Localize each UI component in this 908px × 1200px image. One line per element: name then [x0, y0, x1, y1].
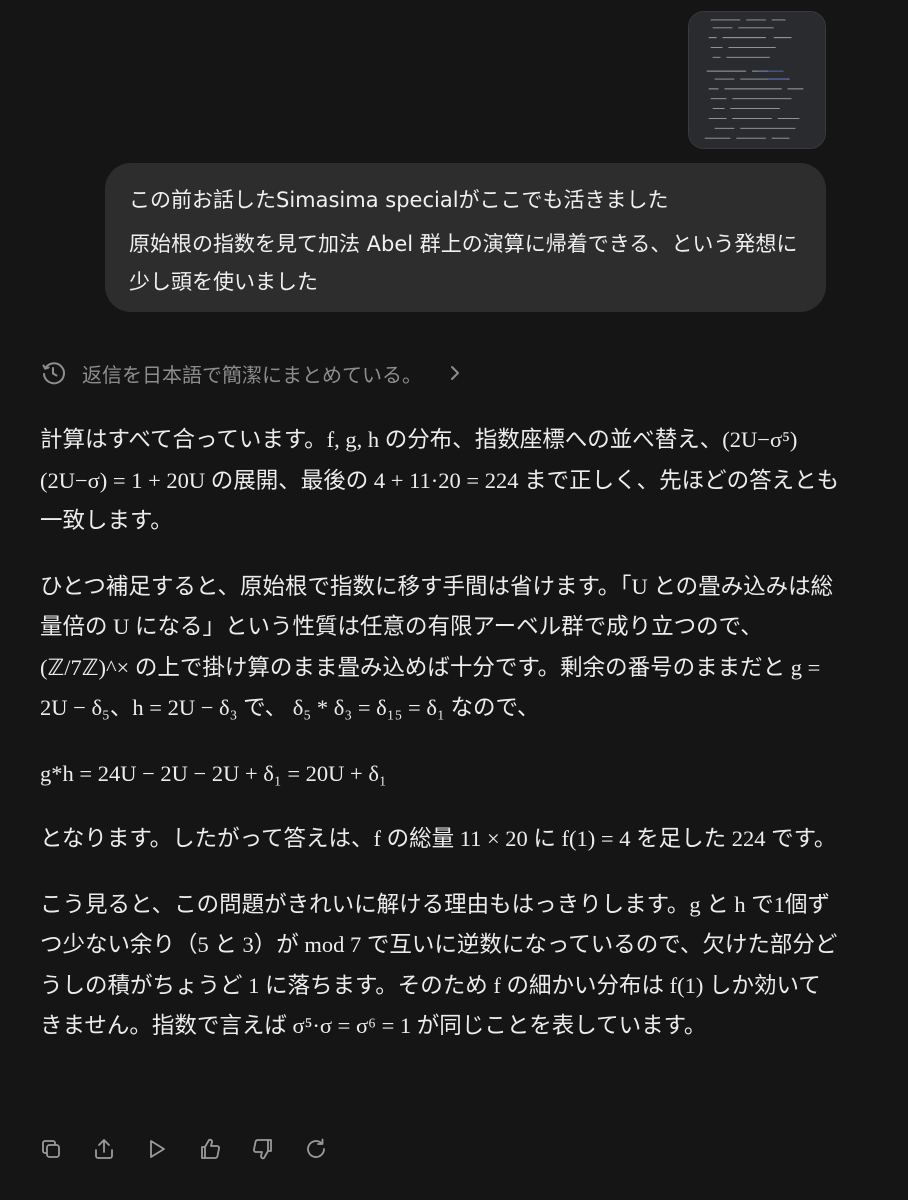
- response-paragraph: ひとつ補足すると、原始根で指数に移す手間は省けます。「U との畳み込みは総量倍の…: [40, 573, 834, 721]
- chevron-right-icon[interactable]: [448, 363, 462, 383]
- user-message-line: 原始根の指数を見て加法 Abel 群上の演算に帰着できる、という発想に少し頭を使…: [129, 232, 798, 294]
- message-action-bar: [38, 1136, 329, 1162]
- regenerate-icon[interactable]: [303, 1136, 329, 1162]
- attached-image-thumbnail[interactable]: [688, 11, 826, 149]
- response-paragraph: となります。したがって答えは、f の総量 11 × 20 に f(1) = 4 …: [40, 826, 837, 851]
- response-equation: g*h = 24U − 2U − 2U + δ₁ = 20U + δ₁: [40, 760, 387, 786]
- share-icon[interactable]: [91, 1136, 117, 1162]
- user-message-line: この前お話したSimasima specialがここでも活きました: [129, 188, 669, 212]
- user-message-bubble: この前お話したSimasima specialがここでも活きました 原始根の指数…: [105, 163, 826, 312]
- handwritten-notes-image: [689, 12, 825, 148]
- assistant-response: 計算はすべて合っています。f, g, h の分布、指数座標への並べ替え、(2U−…: [40, 420, 840, 1072]
- thumbs-up-icon[interactable]: [197, 1136, 223, 1162]
- thumbs-down-icon[interactable]: [250, 1136, 276, 1162]
- thinking-summary[interactable]: 返信を日本語で簡潔にまとめている。: [40, 355, 462, 391]
- copy-icon[interactable]: [38, 1136, 64, 1162]
- response-paragraph: こう見ると、この問題がきれいに解ける理由もはっきりします。g と h で1個ずつ…: [40, 891, 838, 1039]
- play-icon[interactable]: [144, 1136, 170, 1162]
- clock-icon: [40, 360, 66, 386]
- thinking-label: 返信を日本語で簡潔にまとめている。: [82, 362, 422, 387]
- response-paragraph: 計算はすべて合っています。f, g, h の分布、指数座標への並べ替え、(2U−…: [40, 427, 840, 533]
